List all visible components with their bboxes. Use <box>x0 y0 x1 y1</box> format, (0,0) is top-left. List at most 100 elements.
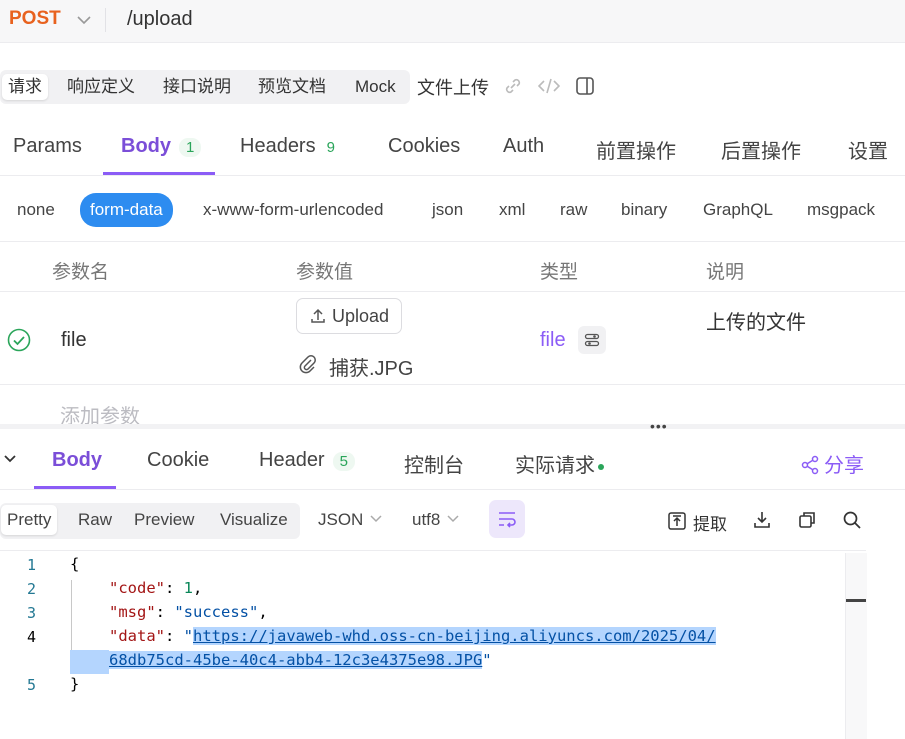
body-type-form-data[interactable]: form-data <box>80 193 173 227</box>
code-icon[interactable] <box>538 76 560 96</box>
view-pretty[interactable]: Pretty <box>1 505 58 535</box>
tab-api-description[interactable]: 接口说明 <box>157 74 237 100</box>
upload-icon <box>311 308 325 323</box>
body-type-xml[interactable]: xml <box>499 200 525 220</box>
divider <box>105 8 106 32</box>
response-tab-actual-label: 实际请求 <box>515 455 595 477</box>
json-value: 1 <box>183 579 194 597</box>
divider <box>0 384 905 385</box>
divider <box>0 550 866 551</box>
line-number: 4 <box>26 628 36 646</box>
divider <box>0 175 905 176</box>
param-description[interactable]: 上传的文件 <box>706 306 806 335</box>
response-tab-cookie[interactable]: Cookie <box>147 449 209 472</box>
code-line: "msg": "success", <box>109 603 268 621</box>
sliders-icon <box>584 333 600 347</box>
json-value: "success" <box>174 603 259 621</box>
encoding-select[interactable]: utf8 <box>412 510 460 530</box>
tab-post-operations[interactable]: 后置操作 <box>721 135 801 164</box>
body-type-graphql[interactable]: GraphQL <box>703 200 773 220</box>
chevron-down-icon <box>370 515 382 523</box>
tab-headers-label: Headers <box>240 135 316 157</box>
url-input[interactable]: /upload <box>127 8 193 31</box>
format-label: JSON <box>318 510 364 529</box>
tab-request[interactable]: 请求 <box>2 74 48 100</box>
response-tab-console[interactable]: 控制台 <box>404 449 464 478</box>
tab-response-definition[interactable]: 响应定义 <box>61 74 141 100</box>
copy-icon[interactable] <box>797 510 817 530</box>
tab-body[interactable]: Body 1 <box>121 135 202 158</box>
body-type-none[interactable]: none <box>17 200 55 220</box>
view-visualize[interactable]: Visualize <box>220 510 288 530</box>
json-key: "data" <box>109 627 165 645</box>
view-preview[interactable]: Preview <box>134 510 194 530</box>
chevron-down-icon[interactable] <box>76 13 92 27</box>
json-url-value[interactable]: 68db75cd-45be-40c4-abb4-12c3e4375e98.JPG <box>109 651 483 669</box>
tab-pre-operations[interactable]: 前置操作 <box>596 135 676 164</box>
column-header-description: 说明 <box>706 262 745 283</box>
encoding-label: utf8 <box>412 510 441 529</box>
tab-params[interactable]: Params <box>13 135 82 158</box>
share-button[interactable]: 分享 <box>800 449 864 478</box>
body-type-binary[interactable]: binary <box>621 200 667 220</box>
tab-cookies[interactable]: Cookies <box>388 135 460 158</box>
response-tab-actual-request[interactable]: 实际请求 <box>515 449 604 478</box>
chevron-down-icon <box>447 515 459 523</box>
line-number: 5 <box>26 676 36 694</box>
chevron-down-icon[interactable] <box>2 451 18 467</box>
scrollbar-thumb[interactable] <box>846 599 866 602</box>
tab-auth[interactable]: Auth <box>503 135 544 158</box>
code-line: "code": 1, <box>109 579 203 597</box>
json-url-value[interactable]: https://javaweb-whd.oss-cn-beijing.aliyu… <box>193 627 716 645</box>
paperclip-icon <box>299 355 316 374</box>
response-tab-body[interactable]: Body <box>52 449 102 472</box>
tab-body-label: Body <box>121 135 171 157</box>
status-dot <box>598 463 604 470</box>
count-badge: 9 <box>326 139 335 156</box>
code-line: "data": "https://javaweb-whd.oss-cn-beij… <box>109 627 716 645</box>
column-header-value: 参数值 <box>296 262 354 283</box>
divider <box>0 241 905 242</box>
doc-title: 文件上传 <box>417 78 489 98</box>
link-icon[interactable] <box>503 76 523 96</box>
word-wrap-toggle[interactable] <box>489 500 525 538</box>
response-tab-header[interactable]: Header 5 <box>259 449 355 472</box>
panel-splitter[interactable] <box>0 424 905 429</box>
tab-settings[interactable]: 设置 <box>848 135 888 164</box>
scrollbar[interactable] <box>845 553 867 739</box>
line-number: 3 <box>26 604 36 622</box>
wrap-icon <box>499 512 516 528</box>
param-name[interactable]: file <box>61 329 87 352</box>
body-type-json[interactable]: json <box>432 200 463 220</box>
param-type[interactable]: file <box>540 329 566 352</box>
response-tab-header-label: Header <box>259 449 325 471</box>
body-type-urlencoded[interactable]: x-www-form-urlencoded <box>203 200 383 220</box>
divider <box>0 489 905 490</box>
json-key: "code" <box>109 579 165 597</box>
body-type-raw[interactable]: raw <box>560 200 587 220</box>
body-type-msgpack[interactable]: msgpack <box>807 200 875 220</box>
extract-button[interactable]: 提取 <box>693 510 727 535</box>
drag-handle-icon[interactable]: ••• <box>650 418 668 434</box>
tab-preview-doc[interactable]: 预览文档 <box>252 74 332 100</box>
column-header-type: 类型 <box>540 262 579 283</box>
tab-mock[interactable]: Mock <box>349 74 402 100</box>
download-icon[interactable] <box>752 510 772 530</box>
type-settings-button[interactable] <box>578 326 606 354</box>
code-line: } <box>70 675 80 693</box>
extract-icon <box>668 512 686 530</box>
count-badge: 5 <box>332 452 355 471</box>
share-icon <box>801 455 819 475</box>
format-select[interactable]: JSON <box>318 510 383 530</box>
check-circle-icon[interactable] <box>7 328 31 352</box>
tab-headers[interactable]: Headers 9 <box>240 135 342 158</box>
divider <box>0 291 905 292</box>
layout-panel-icon[interactable] <box>575 76 595 96</box>
count-badge: 1 <box>179 138 202 157</box>
code-line: { <box>70 555 80 573</box>
search-icon[interactable] <box>842 510 862 530</box>
uploaded-file-name[interactable]: 捕获.JPG <box>329 352 413 381</box>
method-select[interactable]: POST <box>9 8 61 30</box>
column-header-name: 参数名 <box>52 262 110 283</box>
view-raw[interactable]: Raw <box>78 510 112 530</box>
